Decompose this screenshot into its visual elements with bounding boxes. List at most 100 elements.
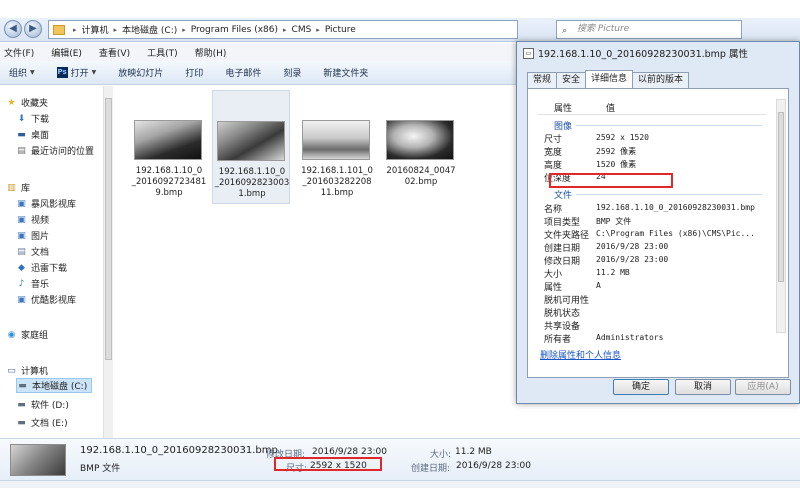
column-property[interactable]: 属性 [554,101,572,114]
organize-button[interactable]: 组织 ▼ [9,66,35,79]
menu-help[interactable]: 帮助(H) [195,46,227,59]
file-name: 20160824_0047 02.bmp [386,166,456,187]
file-list: 192.168.1.10_0 _2016092723481 9.bmp 192.… [114,86,514,438]
detail-created-label: 创建日期: [411,464,451,474]
breadcrumb-cms[interactable]: CMS [292,25,312,35]
prop-value: Administrators [596,333,664,342]
address-box[interactable]: ▸ 计算机 ▸ 本地磁盘 (C:) ▸ Program Files (x86) … [48,20,518,39]
chevron-right-icon: ▸ [316,25,320,34]
file-icon: ▭ [523,47,534,59]
menu-view[interactable]: 查看(V) [99,46,130,59]
tab-security[interactable]: 安全 [556,72,587,88]
menu-file[interactable]: 文件(F) [4,46,34,59]
print-button[interactable]: 打印 [185,66,203,79]
nav-drive-label: 软件 (D:) [31,401,69,411]
nav-drive-c[interactable]: ▬ 本地磁盘 (C:) [16,378,93,393]
section-divider [576,125,762,126]
dialog-title: 192.168.1.10_0_20160928230031.bmp 属性 [538,49,748,60]
nav-drive-d[interactable]: ▬ 软件 (D:) [16,398,69,412]
nav-lib-pictures[interactable]: ▣ 图片 [16,229,50,243]
nav-scrollbar[interactable] [103,86,113,438]
column-value[interactable]: 值 [606,101,615,114]
prop-name: 脱机可用性 [544,296,590,306]
forward-icon[interactable]: ▶ [24,20,42,38]
video-library-icon: ▣ [17,198,26,209]
nav-lib-baofeng[interactable]: ▣ 暴风影视库 [16,197,77,211]
file-item-selected[interactable]: 192.168.1.10_0 _2016092823003 1.bmp [212,90,290,204]
tab-details[interactable]: 详细信息 [585,70,634,88]
file-item[interactable]: 192.168.1.101_0 _201603282208 11.bmp [298,92,376,202]
documents-icon: ▤ [17,246,26,257]
nav-computer[interactable]: ▭ 计算机 [6,364,48,378]
chevron-right-icon: ▸ [73,25,77,34]
prop-value: 2016/9/28 23:00 [596,255,669,264]
nav-downloads[interactable]: ⬇ 下载 [16,112,49,126]
chevron-right-icon: ▸ [283,25,287,34]
nav-lib-documents[interactable]: ▤ 文档 [16,245,49,259]
file-thumbnail [302,120,370,160]
file-thumbnail [386,120,454,160]
nav-lib-video[interactable]: ▣ 视频 [16,213,49,227]
menu-edit[interactable]: 编辑(E) [51,46,82,59]
burn-button[interactable]: 刻录 [283,66,301,79]
file-item[interactable]: 20160824_0047 02.bmp [382,92,460,202]
nav-drive-label: 文档 (E:) [31,419,68,429]
property-list-header: 属性 值 [538,99,766,115]
detail-size-label: 大小: [430,450,452,460]
ok-button[interactable]: 确定 [613,379,669,395]
nav-lib-label: 暴风影视库 [31,200,77,210]
detail-thumbnail [10,444,66,476]
breadcrumb-drive-c[interactable]: 本地磁盘 (C:) [122,23,177,36]
prop-value: BMP 文件 [596,217,632,226]
nav-libraries[interactable]: ▥ 库 [6,181,30,195]
tab-general[interactable]: 常规 [527,72,558,88]
file-name: 192.168.1.10_0 _2016092723481 9.bmp [131,166,207,198]
scroll-thumb[interactable] [105,98,112,360]
slideshow-button[interactable]: 放映幻灯片 [118,66,163,79]
nav-favorites[interactable]: ★ 收藏夹 [6,96,48,110]
nav-lib-music[interactable]: ♪ 音乐 [16,277,49,291]
apply-button[interactable]: 应用(A) [735,379,791,395]
open-button[interactable]: Ps 打开 ▼ [56,66,97,79]
video-icon: ▣ [17,214,26,225]
breadcrumb-computer[interactable]: 计算机 [82,23,109,36]
section-file: 文件 [554,191,573,201]
organize-label: 组织 [9,69,28,79]
nav-lib-xunlei[interactable]: ◆ 迅雷下载 [16,261,67,275]
email-button[interactable]: 电子邮件 [225,66,261,79]
menu-tools[interactable]: 工具(T) [147,46,178,59]
nav-lib-label: 图片 [31,232,50,242]
nav-desktop-label: 桌面 [31,131,50,141]
caret-down-icon: ▼ [30,69,35,76]
prop-name: 大小 [544,270,563,280]
nav-lib-youku[interactable]: ▣ 优酷影视库 [16,293,76,307]
remove-properties-link[interactable]: 删除属性和个人信息 [540,348,621,361]
breadcrumb-program-files[interactable]: Program Files (x86) [191,25,278,35]
section-image: 图像 [554,122,573,132]
nav-recent[interactable]: ▤ 最近访问的位置 [16,144,94,158]
homegroup-icon: ◉ [7,329,16,340]
nav-homegroup[interactable]: ◉ 家庭组 [6,328,48,342]
nav-drive-e[interactable]: ▬ 文档 (E:) [16,416,68,430]
prop-name: 脱机状态 [544,309,581,319]
file-item[interactable]: 192.168.1.10_0 _2016092723481 9.bmp [130,92,208,202]
search-icon: ⌕ [562,26,568,36]
detail-created-value: 2016/9/28 23:00 [456,461,531,471]
photoshop-icon: Ps [56,67,68,78]
breadcrumb-picture[interactable]: Picture [325,25,356,35]
folder-icon [53,24,65,35]
cancel-button[interactable]: 取消 [675,379,731,395]
nav-desktop[interactable]: ▬ 桌面 [16,128,50,142]
new-folder-button[interactable]: 新建文件夹 [323,66,368,79]
caret-down-icon: ▼ [91,69,97,76]
back-icon[interactable]: ◀ [4,20,22,38]
dialog-title-bar[interactable]: ▭ 192.168.1.10_0_20160928230031.bmp 属性 [517,42,799,64]
prop-value: 2016/9/28 23:00 [596,242,669,251]
prop-name: 修改日期 [544,257,581,267]
property-scrollbar[interactable] [776,99,786,333]
drive-icon: ▬ [17,399,26,410]
nav-drive-label: 本地磁盘 (C:) [32,382,88,392]
search-input[interactable]: ⌕ 搜索 Picture [556,20,742,39]
scroll-thumb[interactable] [778,112,784,282]
tab-previous-versions[interactable]: 以前的版本 [632,72,690,88]
